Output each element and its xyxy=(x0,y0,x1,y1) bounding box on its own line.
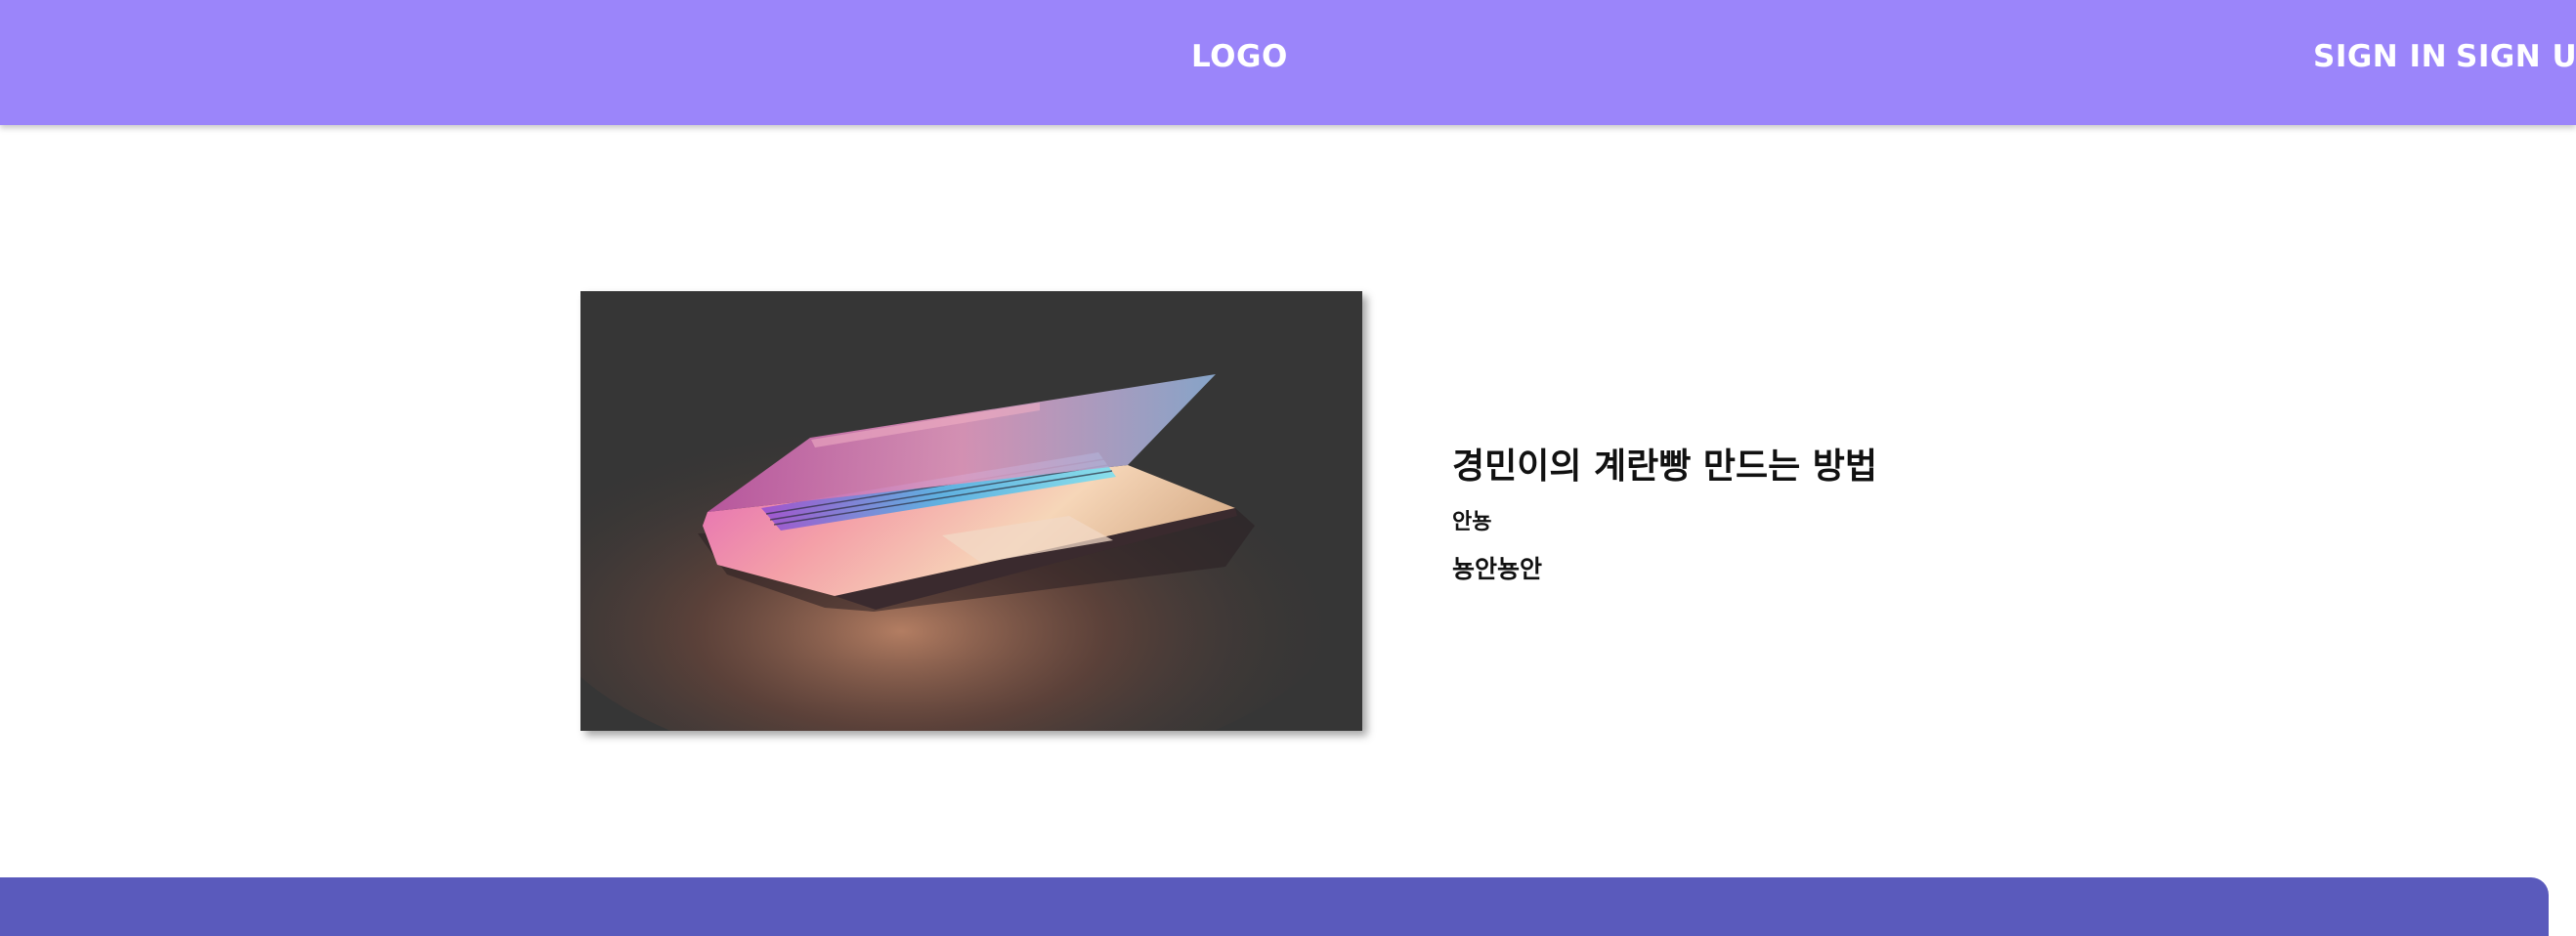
post-thumbnail[interactable] xyxy=(580,291,1362,731)
laptop-photo xyxy=(580,291,1362,731)
post-author: 안뇽 xyxy=(1452,510,1492,534)
post-description: 뇽안뇽안 xyxy=(1452,555,1543,583)
footer-bar xyxy=(0,877,2549,936)
post-title[interactable]: 경민이의 계란빵 만드는 방법 xyxy=(1452,438,1877,489)
sign-up-link[interactable]: SIGN UP xyxy=(2456,39,2576,74)
top-navbar: LOGO SIGN IN SIGN UP xyxy=(0,0,2576,125)
logo-link[interactable]: LOGO xyxy=(1191,39,1288,74)
sign-in-link[interactable]: SIGN IN xyxy=(2313,39,2447,74)
